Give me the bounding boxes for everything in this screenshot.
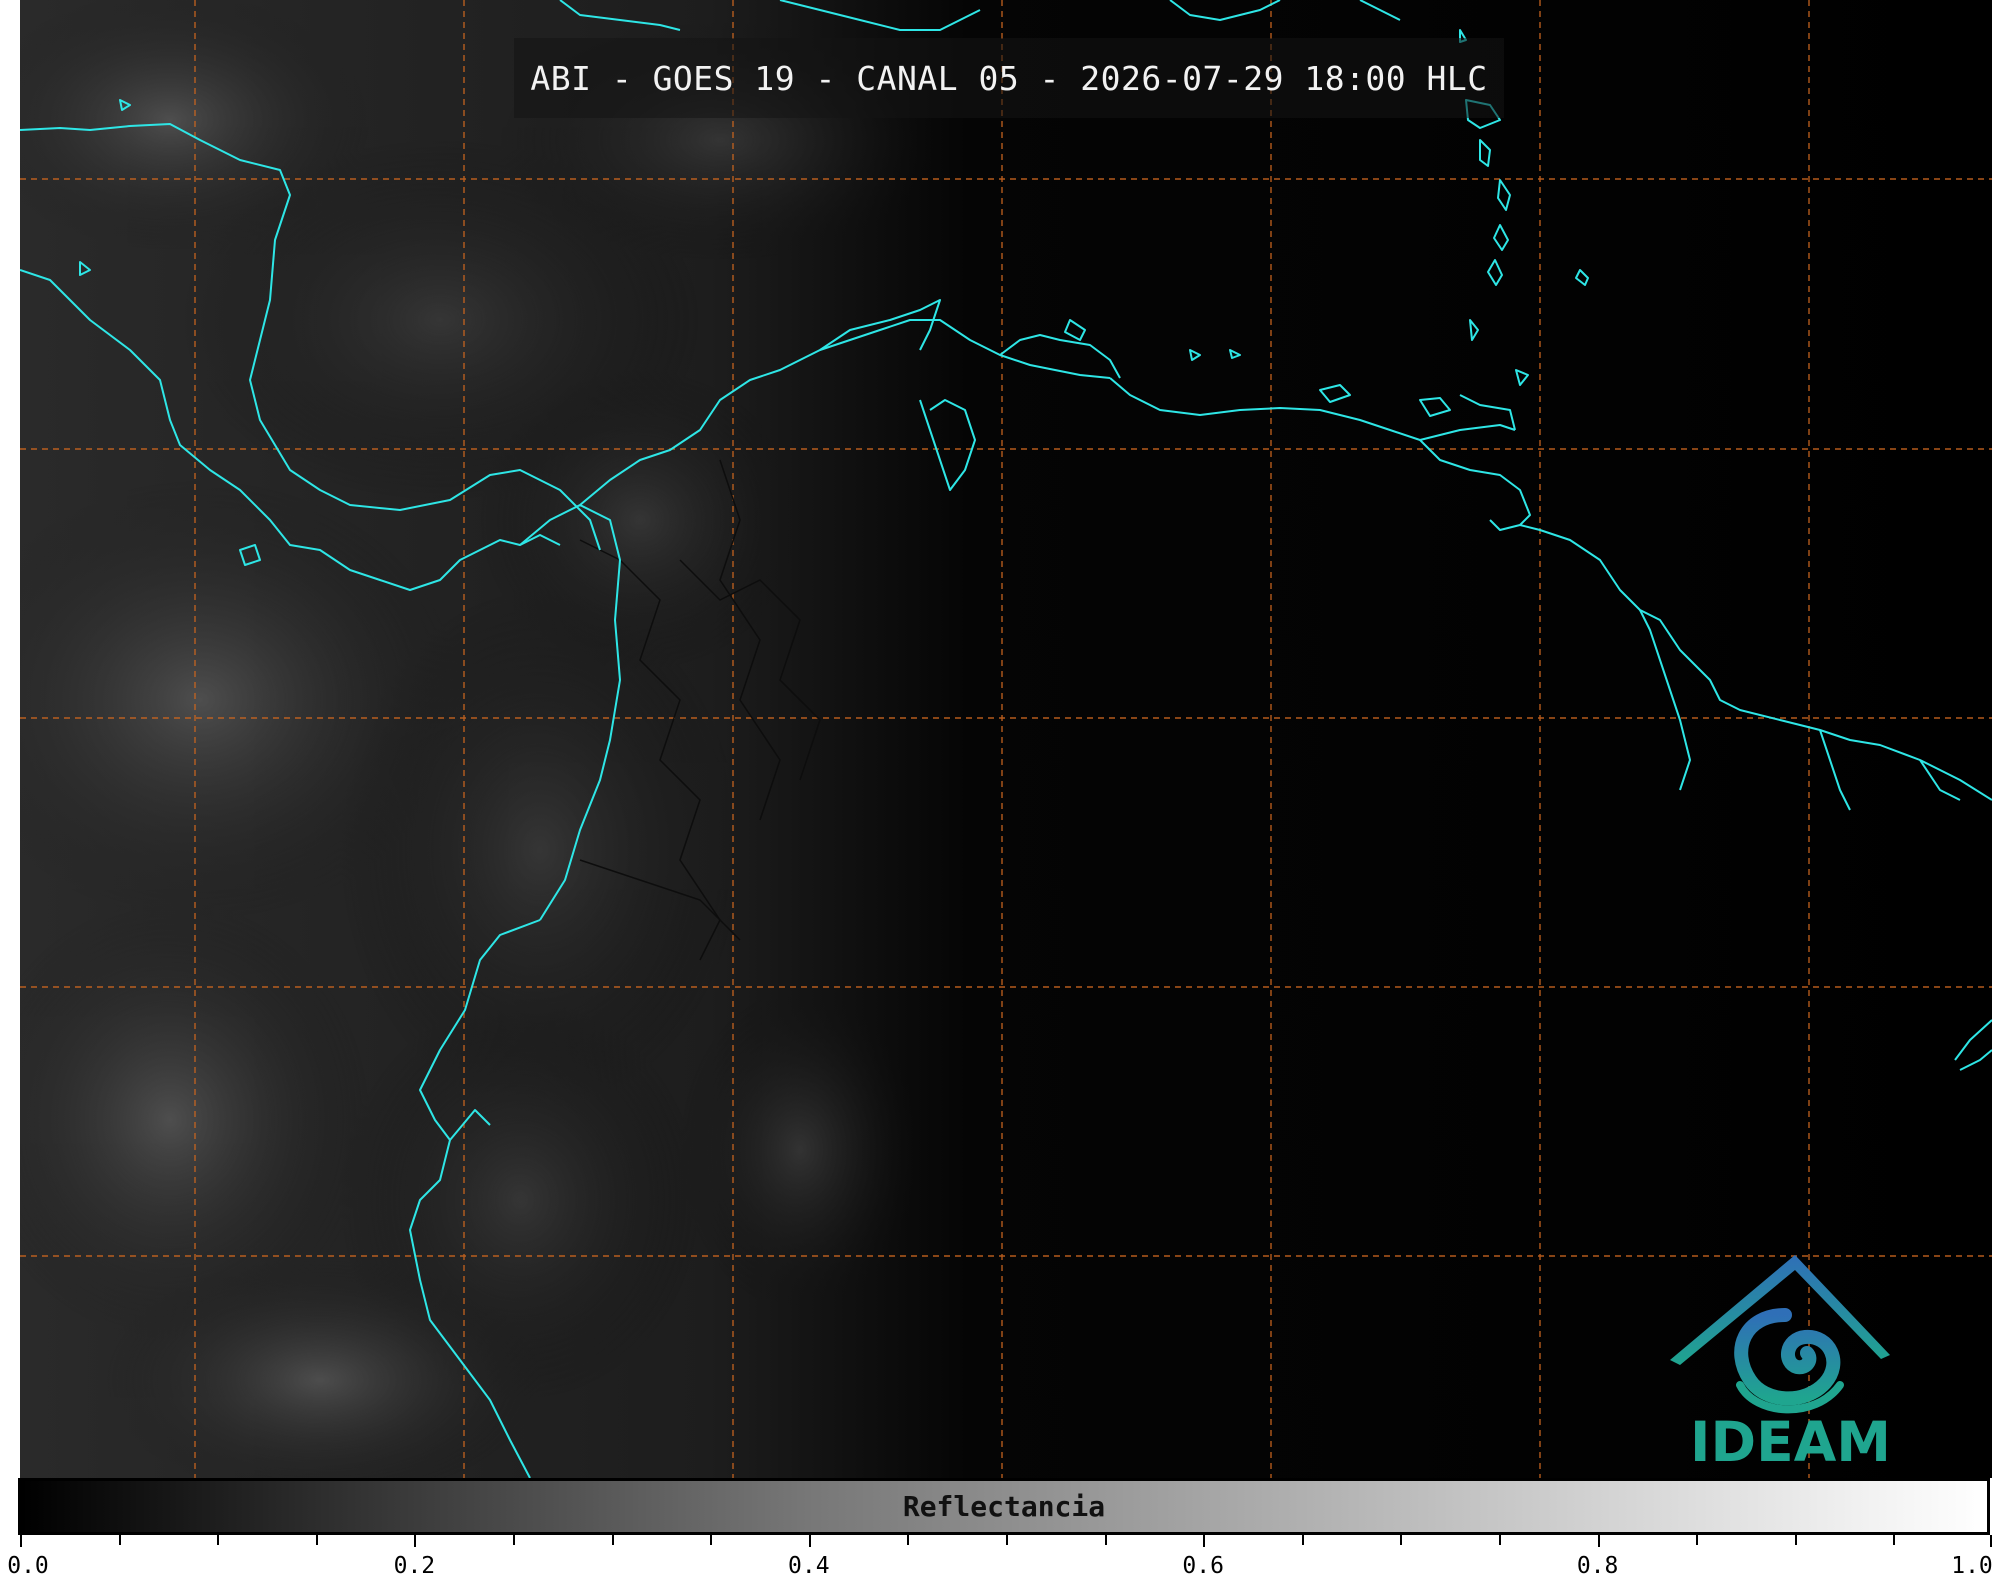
colorbar-minor-tick <box>1006 1535 1008 1545</box>
colorbar-major-tick <box>1990 1535 1992 1547</box>
colorbar-major-tick <box>1597 1535 1600 1547</box>
colorbar-major-tick <box>1203 1535 1206 1547</box>
colorbar-minor-tick <box>1893 1535 1896 1545</box>
colorbar-major-tick <box>414 1535 417 1547</box>
colorbar-tick-label: 0.6 <box>1182 1553 1224 1579</box>
colorbar-minor-tick <box>611 1535 614 1545</box>
colorbar-minor-tick <box>315 1535 318 1545</box>
map-title: ABI - GOES 19 - CANAL 05 - 2026-07-29 18… <box>514 38 1504 118</box>
colorbar-tick-label: 0.2 <box>393 1553 436 1579</box>
colorbar: Reflectancia <box>18 1478 1990 1535</box>
colorbar-minor-tick <box>1794 1535 1797 1545</box>
colorbar-minor-tick <box>217 1535 220 1545</box>
colorbar-minor-tick <box>1696 1535 1699 1545</box>
colorbar-minor-tick <box>710 1535 713 1545</box>
colorbar-minor-tick <box>907 1535 910 1545</box>
colorbar-minor-tick <box>1104 1535 1107 1545</box>
colorbar-minor-tick <box>1499 1535 1501 1545</box>
colorbar-label: Reflectancia <box>902 1490 1106 1523</box>
colorbar-tick-label: 0.0 <box>7 1553 49 1579</box>
ideam-logo-mark <box>1670 1255 1890 1414</box>
colorbar-minor-tick <box>1400 1535 1403 1545</box>
colorbar-tick-label: 1.0 <box>1951 1553 1993 1579</box>
colorbar-tick-label: 0.4 <box>788 1553 830 1579</box>
colorbar-major-tick <box>20 1535 22 1547</box>
colorbar-tick-label: 0.8 <box>1576 1553 1619 1579</box>
colorbar-minor-tick <box>513 1535 515 1545</box>
colorbar-minor-tick <box>1301 1535 1304 1545</box>
colorbar-ticks: 0.0 0.2 0.4 0.6 0.8 1.0 <box>7 1535 1993 1579</box>
colorbar-minor-tick <box>118 1535 121 1545</box>
colorbar-major-tick <box>808 1535 811 1547</box>
ideam-logo-text: IDEAM <box>1690 1410 1891 1474</box>
